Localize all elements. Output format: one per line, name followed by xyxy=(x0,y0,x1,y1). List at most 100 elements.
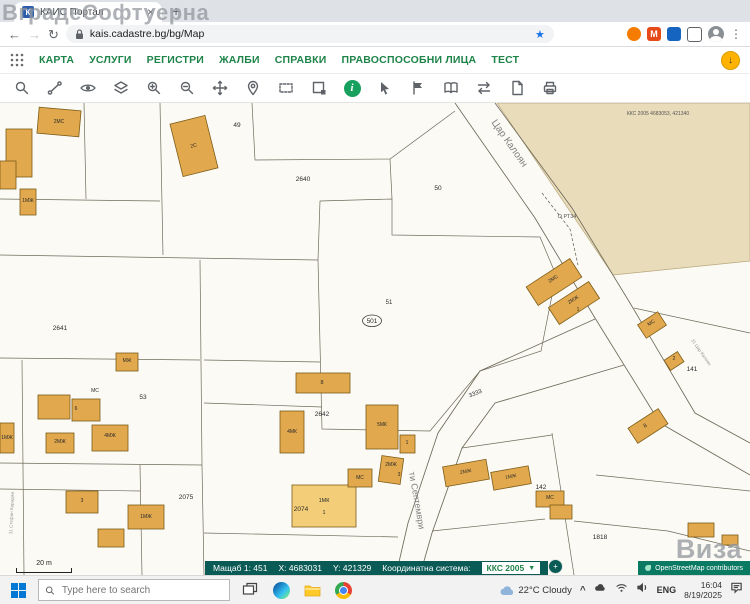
scroll-down-button[interactable]: ↓ xyxy=(721,51,740,70)
edge-app-icon[interactable] xyxy=(270,579,292,601)
weather-widget[interactable]: 22°C Cloudy xyxy=(499,585,571,596)
document-tool-button[interactable] xyxy=(507,78,527,98)
url-omnibox[interactable]: kais.cadastre.bg/bg/Map ★ xyxy=(66,25,554,43)
map-label: МЖ xyxy=(123,358,132,364)
map-label: 2642 xyxy=(315,411,330,418)
map-status-bar: Мащаб 1: 451 X: 4683031 Y: 421329 Коорди… xyxy=(205,561,548,575)
taskbar-search-box[interactable] xyxy=(38,579,230,601)
map-label: 1 xyxy=(406,440,409,446)
tray-expand-icon[interactable]: ^ xyxy=(580,585,586,596)
map-label: ККС 2005 4683053, 421340 xyxy=(627,111,689,117)
map-label: 2075 xyxy=(179,494,194,501)
scalebar-label: 20 m xyxy=(36,560,52,567)
weather-text: 22°C Cloudy xyxy=(518,585,571,596)
info-tool-button[interactable]: i xyxy=(342,78,362,98)
language-indicator[interactable]: ENG xyxy=(657,585,677,595)
new-tab-button[interactable]: + xyxy=(172,3,180,19)
flag-tool-button[interactable] xyxy=(408,78,428,98)
browser-tab[interactable]: К КАИС Портал × xyxy=(14,2,162,22)
back-icon[interactable]: ← xyxy=(8,28,21,41)
building xyxy=(38,395,70,419)
map-label: МС xyxy=(356,475,364,481)
building xyxy=(378,456,403,485)
tab-title: КАИС Портал xyxy=(40,7,141,18)
forward-icon[interactable]: → xyxy=(28,28,41,41)
map-label: 1МЖ xyxy=(140,514,152,520)
system-tray: 22°C Cloudy ^ ENG 16:04 8/19/2025 xyxy=(499,580,743,600)
measure-tool-button[interactable] xyxy=(45,78,65,98)
clock-date: 8/19/2025 xyxy=(684,590,722,600)
attribution-text: OpenStreetMap contributors xyxy=(655,565,743,572)
apps-grid-icon[interactable] xyxy=(10,53,24,67)
draw-rect-tool-button[interactable] xyxy=(276,78,296,98)
map-label: 2МС xyxy=(54,119,65,125)
nav-item[interactable]: ТЕСТ xyxy=(491,54,519,66)
visibility-tool-button[interactable] xyxy=(78,78,98,98)
swap-tool-button[interactable] xyxy=(474,78,494,98)
map-label: 1МЖ xyxy=(1,435,13,441)
pointer-tool-button[interactable] xyxy=(375,78,395,98)
map-label: 1МК xyxy=(319,498,331,504)
map-label: 501 xyxy=(367,318,378,325)
browser-menu-icon[interactable]: ⋮ xyxy=(730,27,742,41)
layers-tool-button[interactable] xyxy=(111,78,131,98)
bookmark-star-icon[interactable]: ★ xyxy=(535,28,545,41)
legend-tool-button[interactable] xyxy=(441,78,461,98)
map-label: 53 xyxy=(139,394,147,401)
map-label: 2074 xyxy=(294,506,309,513)
refresh-icon[interactable]: ↻ xyxy=(48,28,59,41)
map-label: 2640 xyxy=(296,176,311,183)
nav-item[interactable]: ЖАЛБИ xyxy=(219,54,260,66)
marker-tool-button[interactable] xyxy=(243,78,263,98)
status-help-button[interactable]: + xyxy=(548,559,563,574)
map-attribution[interactable]: OpenStreetMap contributors xyxy=(638,561,750,575)
start-button[interactable] xyxy=(7,579,29,601)
scale-value: Мащаб 1: 451 xyxy=(213,563,268,573)
extension-blue-icon[interactable] xyxy=(667,27,681,41)
pan-tool-button[interactable] xyxy=(210,78,230,98)
taskbar-clock[interactable]: 16:04 8/19/2025 xyxy=(684,580,722,600)
crs-label: Координатна система: xyxy=(382,563,470,573)
map-label: 1МЖ xyxy=(22,198,34,204)
map-label: 3 xyxy=(398,472,401,478)
map-scalebar: 20 m xyxy=(16,560,72,573)
zoom-in-tool-button[interactable] xyxy=(144,78,164,98)
map-label: 5МК xyxy=(377,422,387,428)
file-explorer-icon[interactable] xyxy=(301,579,323,601)
nav-item[interactable]: КАРТА xyxy=(39,54,74,66)
nav-item[interactable]: ПРАВОСПОСОБНИ ЛИЦА xyxy=(341,54,476,66)
action-center-icon[interactable] xyxy=(730,581,743,599)
chevron-down-icon: ▼ xyxy=(528,565,535,572)
nav-item[interactable]: РЕГИСТРИ xyxy=(147,54,204,66)
map-label: 142 xyxy=(536,484,547,491)
extension-shield-icon[interactable] xyxy=(627,27,641,41)
select-area-tool-button[interactable] xyxy=(309,78,329,98)
chrome-app-icon[interactable] xyxy=(332,579,354,601)
zoom-out-tool-button[interactable] xyxy=(177,78,197,98)
map-label: МС xyxy=(91,388,99,394)
map-label: О РТ34 xyxy=(558,214,577,220)
building xyxy=(98,529,124,547)
nav-item[interactable]: УСЛУГИ xyxy=(89,54,131,66)
wifi-icon[interactable] xyxy=(615,581,628,599)
browser-address-bar: ← → ↻ kais.cadastre.bg/bg/Map ★ M ⋮ xyxy=(0,22,750,47)
building xyxy=(550,505,572,519)
crs-dropdown[interactable]: ККС 2005 ▼ xyxy=(482,562,541,574)
taskbar-search-input[interactable] xyxy=(60,584,223,597)
search-tool-button[interactable] xyxy=(12,78,32,98)
map-label: 1 xyxy=(322,510,325,516)
volume-icon[interactable] xyxy=(636,581,649,599)
tab-close-icon[interactable]: × xyxy=(147,6,154,18)
search-icon xyxy=(45,585,55,596)
task-view-button[interactable] xyxy=(239,579,261,601)
map-label: МС xyxy=(546,495,554,501)
print-tool-button[interactable] xyxy=(540,78,560,98)
extension-m-icon[interactable]: M xyxy=(647,27,661,41)
onedrive-icon[interactable] xyxy=(594,581,607,599)
map-canvas[interactable]: ККС 2005 4683053, 42134049264050О РТ3451… xyxy=(0,103,750,575)
profile-avatar[interactable] xyxy=(708,26,724,42)
nav-item[interactable]: СПРАВКИ xyxy=(275,54,327,66)
tab-favicon-icon: К xyxy=(22,6,34,18)
extensions-puzzle-icon[interactable] xyxy=(687,27,702,42)
map-label: 49 xyxy=(233,122,241,129)
